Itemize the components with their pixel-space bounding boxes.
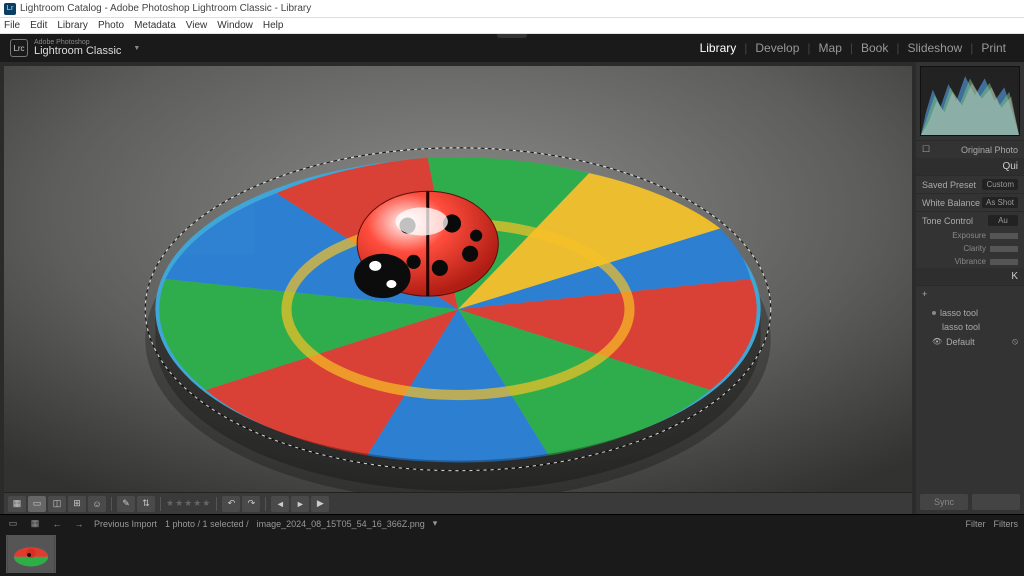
second-window-button[interactable]: ▭ <box>6 517 20 531</box>
grid-view-button[interactable]: ▦ <box>8 496 26 512</box>
exposure-slider[interactable]: Exposure <box>916 229 1024 242</box>
histogram[interactable] <box>920 66 1020 136</box>
keyword-tree: lasso tool lasso tool 👁Default⦸ <box>916 302 1024 353</box>
painter-tool-button[interactable]: ✎ <box>117 496 135 512</box>
menu-window[interactable]: Window <box>217 20 253 31</box>
tree-item[interactable]: lasso tool <box>922 320 1018 334</box>
menu-help[interactable]: Help <box>263 20 284 31</box>
os-menu-bar: File Edit Library Photo Metadata View Wi… <box>0 18 1024 34</box>
compare-view-button[interactable]: ◫ <box>48 496 66 512</box>
tree-item[interactable]: lasso tool <box>922 306 1018 320</box>
current-filename[interactable]: image_2024_08_15T05_54_16_366Z.png <box>257 519 425 529</box>
module-bar: Lrc Adobe Photoshop Lightroom Classic ▼ … <box>0 34 1024 62</box>
saved-preset-row[interactable]: Saved Preset Custom <box>916 175 1024 193</box>
app-chrome: Lrc Adobe Photoshop Lightroom Classic ▼ … <box>0 34 1024 576</box>
identity-plate-dropdown-icon[interactable]: ▼ <box>133 45 140 52</box>
photo-content <box>4 66 912 492</box>
nav-prev-button[interactable]: ◄ <box>271 496 289 512</box>
source-label[interactable]: Previous Import <box>94 519 157 529</box>
window-title: Lightroom Catalog - Adobe Photoshop Ligh… <box>20 3 311 14</box>
clarity-slider[interactable]: Clarity <box>916 242 1024 255</box>
loupe-toolbar: ▦ ▭ ◫ ⊞ ☺ ✎ ⇅ ★★★★★ ↶ ↷ ◄ ► ▶ <box>4 492 912 514</box>
go-forward-button[interactable]: → <box>72 517 86 531</box>
window-title-bar: Lr Lightroom Catalog - Adobe Photoshop L… <box>0 0 1024 18</box>
filmstrip[interactable] <box>0 532 1024 576</box>
loupe-image[interactable] <box>4 66 912 492</box>
image-viewport: ▦ ▭ ◫ ⊞ ☺ ✎ ⇅ ★★★★★ ↶ ↷ ◄ ► ▶ <box>0 62 916 514</box>
module-book[interactable]: Book <box>861 41 899 55</box>
menu-library[interactable]: Library <box>57 20 88 31</box>
vibrance-slider[interactable]: Vibrance <box>916 255 1024 268</box>
brand[interactable]: Lrc Adobe Photoshop Lightroom Classic ▼ <box>10 39 140 57</box>
filmstrip-status-bar: ▭ ▦ ← → Previous Import 1 photo / 1 sele… <box>0 514 1024 532</box>
nav-next-button[interactable]: ► <box>291 496 309 512</box>
grid-toggle-button[interactable]: ▦ <box>28 517 42 531</box>
rotate-ccw-button[interactable]: ↶ <box>222 496 240 512</box>
tone-control-row[interactable]: Tone Control Au <box>916 211 1024 229</box>
module-develop[interactable]: Develop <box>755 41 810 55</box>
brand-big: Lightroom Classic <box>34 46 121 57</box>
menu-file[interactable]: File <box>4 20 20 31</box>
rotate-cw-button[interactable]: ↷ <box>242 496 260 512</box>
tree-default[interactable]: 👁Default⦸ <box>922 334 1018 349</box>
slideshow-play-button[interactable]: ▶ <box>311 496 329 512</box>
filename-dropdown-icon[interactable]: ▾ <box>433 518 438 529</box>
sort-button[interactable]: ⇅ <box>137 496 155 512</box>
filters-label[interactable]: Filters <box>994 519 1019 529</box>
sync-row: Sync <box>916 490 1024 514</box>
module-slideshow[interactable]: Slideshow <box>907 41 973 55</box>
original-photo-toggle[interactable]: ☐Original Photo <box>916 140 1024 158</box>
menu-metadata[interactable]: Metadata <box>134 20 176 31</box>
lightroom-icon: Lrc <box>10 39 28 57</box>
module-map[interactable]: Map <box>819 41 853 55</box>
survey-view-button[interactable]: ⊞ <box>68 496 86 512</box>
module-library[interactable]: Library <box>700 41 748 55</box>
filter-label[interactable]: Filter <box>966 519 986 529</box>
module-picker: Library Develop Map Book Slideshow Print <box>700 41 1014 55</box>
panel-collapse-notch[interactable] <box>497 34 527 38</box>
keyword-header[interactable]: K <box>916 268 1024 285</box>
menu-photo[interactable]: Photo <box>98 20 124 31</box>
app-icon: Lr <box>4 3 16 15</box>
white-balance-row[interactable]: White Balance As Shot <box>916 193 1024 211</box>
sync-settings-button[interactable] <box>972 494 1020 510</box>
loupe-view-button[interactable]: ▭ <box>28 496 46 512</box>
right-panel: ☐Original Photo Qui Saved Preset Custom … <box>916 62 1024 514</box>
rating-stars[interactable]: ★★★★★ <box>166 498 211 509</box>
quick-develop-header[interactable]: Qui <box>916 158 1024 175</box>
main-row: ▦ ▭ ◫ ⊞ ☺ ✎ ⇅ ★★★★★ ↶ ↷ ◄ ► ▶ <box>0 62 1024 514</box>
menu-view[interactable]: View <box>186 20 208 31</box>
filmstrip-thumbnail[interactable] <box>6 535 56 573</box>
people-view-button[interactable]: ☺ <box>88 496 106 512</box>
sync-button[interactable]: Sync <box>920 494 968 510</box>
keyword-add[interactable]: + <box>916 285 1024 302</box>
go-back-button[interactable]: ← <box>50 517 64 531</box>
selection-count: 1 photo / 1 selected / <box>165 519 249 529</box>
menu-edit[interactable]: Edit <box>30 20 47 31</box>
module-print[interactable]: Print <box>981 41 1014 55</box>
